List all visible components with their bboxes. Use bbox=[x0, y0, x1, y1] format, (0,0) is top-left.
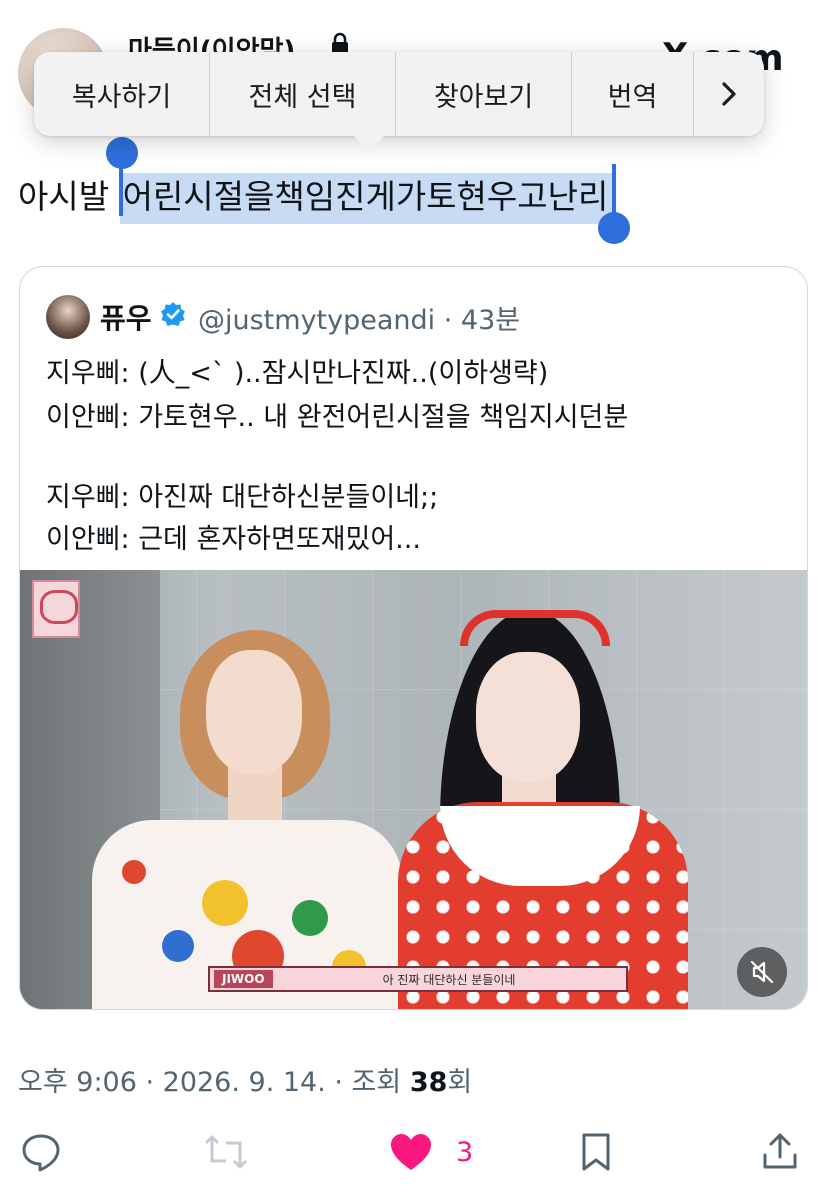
video-thumbnail[interactable]: JIWOO 아 진짜 대단하신 분들이네 bbox=[20, 570, 807, 1009]
bookmark-icon bbox=[582, 1133, 610, 1171]
selection-start-bar bbox=[119, 140, 123, 216]
quoted-text-line: 지우삐: (人_<` )..잠시만나진짜..(이하생략) bbox=[46, 358, 549, 389]
quoted-text-line: 지우삐: 아진짜 대단하신분들이네;; bbox=[46, 482, 439, 513]
show-logo-badge bbox=[32, 580, 80, 638]
person-right-face bbox=[476, 652, 580, 782]
selection-end-handle[interactable] bbox=[598, 212, 630, 244]
view-suffix: 회 bbox=[447, 1067, 473, 1098]
like-count: 3 bbox=[456, 1136, 474, 1168]
reply-icon bbox=[22, 1134, 60, 1172]
tweet-meta: 오후 9:06 · 2026. 9. 14. · 조회 38회 bbox=[18, 1060, 472, 1099]
quoted-text-line: 이안삐: 가토현우.. 내 완전어린시절을 책임지시던분 bbox=[46, 402, 629, 433]
menu-item-copy[interactable]: 복사하기 bbox=[34, 52, 210, 136]
selected-text[interactable]: 어린시절을책임진게가토현우고난리 bbox=[119, 173, 613, 224]
reply-button[interactable] bbox=[20, 1130, 62, 1174]
retweet-button[interactable] bbox=[202, 1130, 250, 1174]
chevron-right-icon bbox=[722, 82, 736, 106]
dress-dot bbox=[122, 860, 146, 884]
share-icon bbox=[763, 1133, 797, 1169]
share-button[interactable] bbox=[760, 1130, 800, 1174]
view-count: 38 bbox=[409, 1067, 448, 1098]
menu-more-button[interactable] bbox=[694, 52, 764, 136]
dress-dot bbox=[202, 880, 248, 926]
menu-item-look-up[interactable]: 찾아보기 bbox=[396, 52, 572, 136]
quoted-text-line: 이안삐: 근데 혼자하면또재밌어... bbox=[46, 524, 421, 555]
menu-item-select-all[interactable]: 전체 선택 bbox=[210, 52, 396, 136]
retweet-icon bbox=[204, 1135, 248, 1169]
caption-speaker: JIWOO bbox=[214, 970, 273, 988]
verified-badge-icon bbox=[161, 302, 185, 326]
person-left-face bbox=[206, 650, 302, 774]
like-button[interactable]: 3 bbox=[388, 1130, 473, 1174]
tweet-text[interactable]: 아시발 어린시절을책임진게가토현우고난리 bbox=[18, 170, 613, 224]
caption-text: 아 진짜 대단하신 분들이네 bbox=[382, 972, 516, 987]
dress-dot bbox=[162, 930, 194, 962]
quoted-tweet-card[interactable]: 퓨우 @justmytypeandi · 43분 지우삐: (人_<` )..잠… bbox=[19, 266, 808, 1010]
text-selection-menu: 복사하기 전체 선택 찾아보기 번역 bbox=[34, 52, 764, 136]
mute-button[interactable] bbox=[737, 947, 787, 997]
quoted-author-avatar bbox=[46, 295, 90, 339]
dress-dot bbox=[292, 900, 328, 936]
quoted-handle-time: @justmytypeandi · 43분 bbox=[198, 305, 521, 336]
bookmark-button[interactable] bbox=[578, 1130, 614, 1174]
menu-pointer bbox=[352, 134, 386, 152]
speaker-muted-icon bbox=[750, 960, 774, 984]
person-right-headband bbox=[460, 610, 610, 646]
menu-item-translate[interactable]: 번역 bbox=[572, 52, 694, 136]
heart-filled-icon bbox=[391, 1134, 431, 1170]
tweet-timestamp: 오후 9:06 · 2026. 9. 14. · 조회 bbox=[18, 1067, 410, 1098]
quoted-author-name: 퓨우 bbox=[100, 302, 152, 335]
tweet-text-plain: 아시발 bbox=[18, 177, 120, 216]
video-caption: JIWOO 아 진짜 대단하신 분들이네 bbox=[208, 966, 628, 992]
